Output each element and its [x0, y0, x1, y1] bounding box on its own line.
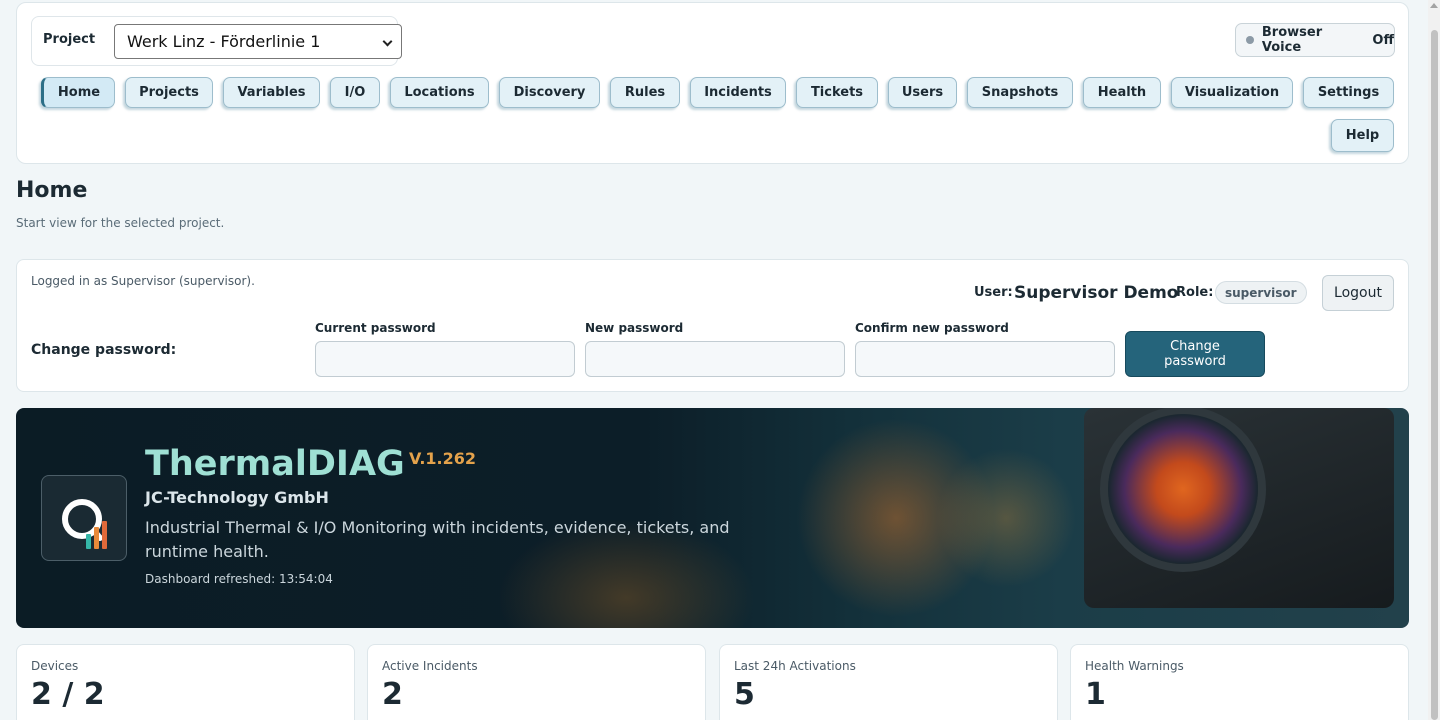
logged-in-text: Logged in as Supervisor (supervisor). [31, 274, 255, 288]
nav-settings[interactable]: Settings [1303, 77, 1394, 108]
stat-label: Last 24h Activations [734, 659, 856, 673]
magnifier-chart-icon [62, 499, 107, 549]
stat-card-health-warnings: Health Warnings 1 [1070, 644, 1409, 720]
current-password-label: Current password [315, 321, 436, 335]
nav-discovery[interactable]: Discovery [499, 77, 600, 108]
new-password-input[interactable] [585, 341, 845, 377]
stat-label: Active Incidents [382, 659, 478, 673]
confirm-password-input[interactable] [855, 341, 1115, 377]
nav-projects[interactable]: Projects [125, 77, 213, 108]
hero-version: V.1.262 [409, 449, 477, 468]
change-password-button-line2: password [1164, 354, 1226, 369]
nav-locations[interactable]: Locations [390, 77, 489, 108]
nav-variables[interactable]: Variables [223, 77, 320, 108]
voice-status-dot-icon [1246, 36, 1254, 44]
user-name: Supervisor Demo [1014, 283, 1179, 303]
stat-value: 2 / 2 [31, 677, 105, 712]
change-password-label: Change password: [31, 342, 177, 358]
role-label: Role: [1176, 285, 1214, 300]
current-password-input[interactable] [315, 341, 575, 377]
hero-company: JC-Technology GmbH [145, 488, 329, 507]
page-title: Home [16, 178, 88, 203]
nav-visualization[interactable]: Visualization [1171, 77, 1293, 108]
project-select[interactable]: Werk Linz - Förderlinie 1 [114, 24, 402, 59]
page-subtitle: Start view for the selected project. [16, 216, 225, 230]
hero-description: Industrial Thermal & I/O Monitoring with… [145, 518, 730, 561]
new-password-label: New password [585, 321, 684, 335]
page-scrollbar[interactable] [1428, 0, 1440, 720]
browser-voice-toggle[interactable]: Browser Voice Off [1235, 23, 1395, 57]
nav-incidents[interactable]: Incidents [690, 77, 786, 108]
logout-button[interactable]: Logout [1322, 275, 1394, 311]
stat-value: 1 [1085, 677, 1106, 712]
account-card: Logged in as Supervisor (supervisor). Us… [16, 259, 1409, 392]
nav-users[interactable]: Users [888, 77, 957, 108]
chevron-down-icon [382, 36, 393, 47]
user-label: User: [974, 285, 1013, 300]
stat-card-active-incidents: Active Incidents 2 [367, 644, 706, 720]
hero-title: ThermalDIAG [145, 444, 405, 484]
nav-rules[interactable]: Rules [610, 77, 680, 108]
top-navigation-card: Project Werk Linz - Förderlinie 1 Browse… [16, 2, 1409, 164]
stat-label: Devices [31, 659, 79, 673]
project-label: Project [43, 32, 96, 47]
change-password-button-line1: Change [1170, 339, 1220, 354]
voice-label: Browser Voice [1261, 25, 1323, 55]
confirm-password-label: Confirm new password [855, 321, 1009, 335]
nav-io[interactable]: I/O [330, 77, 380, 108]
change-password-button[interactable]: Change password [1125, 331, 1265, 377]
dashboard-refreshed: Dashboard refreshed: 13:54:04 [145, 572, 333, 586]
nav-help[interactable]: Help [1331, 119, 1394, 152]
app-logo [41, 475, 127, 561]
role-badge: supervisor [1215, 281, 1307, 304]
project-select-value: Werk Linz - Förderlinie 1 [127, 32, 321, 51]
project-selector-box: Project Werk Linz - Förderlinie 1 [31, 16, 402, 66]
stat-value: 2 [382, 677, 403, 712]
camera-lens [1108, 414, 1258, 564]
hero-banner: ThermalDIAG V.1.262 JC-Technology GmbH I… [16, 408, 1409, 628]
stat-card-activations: Last 24h Activations 5 [719, 644, 1058, 720]
nav-home[interactable]: Home [41, 77, 115, 108]
scroll-up-icon[interactable] [1430, 3, 1438, 8]
nav-health[interactable]: Health [1083, 77, 1161, 108]
stat-value: 5 [734, 677, 755, 712]
stat-label: Health Warnings [1085, 659, 1184, 673]
nav-snapshots[interactable]: Snapshots [967, 77, 1073, 108]
hero-glow [936, 448, 1076, 588]
scrollbar-thumb[interactable] [1431, 30, 1438, 720]
stat-card-devices: Devices 2 / 2 [16, 644, 355, 720]
voice-state: Off [1372, 32, 1394, 48]
nav-tickets[interactable]: Tickets [796, 77, 878, 108]
